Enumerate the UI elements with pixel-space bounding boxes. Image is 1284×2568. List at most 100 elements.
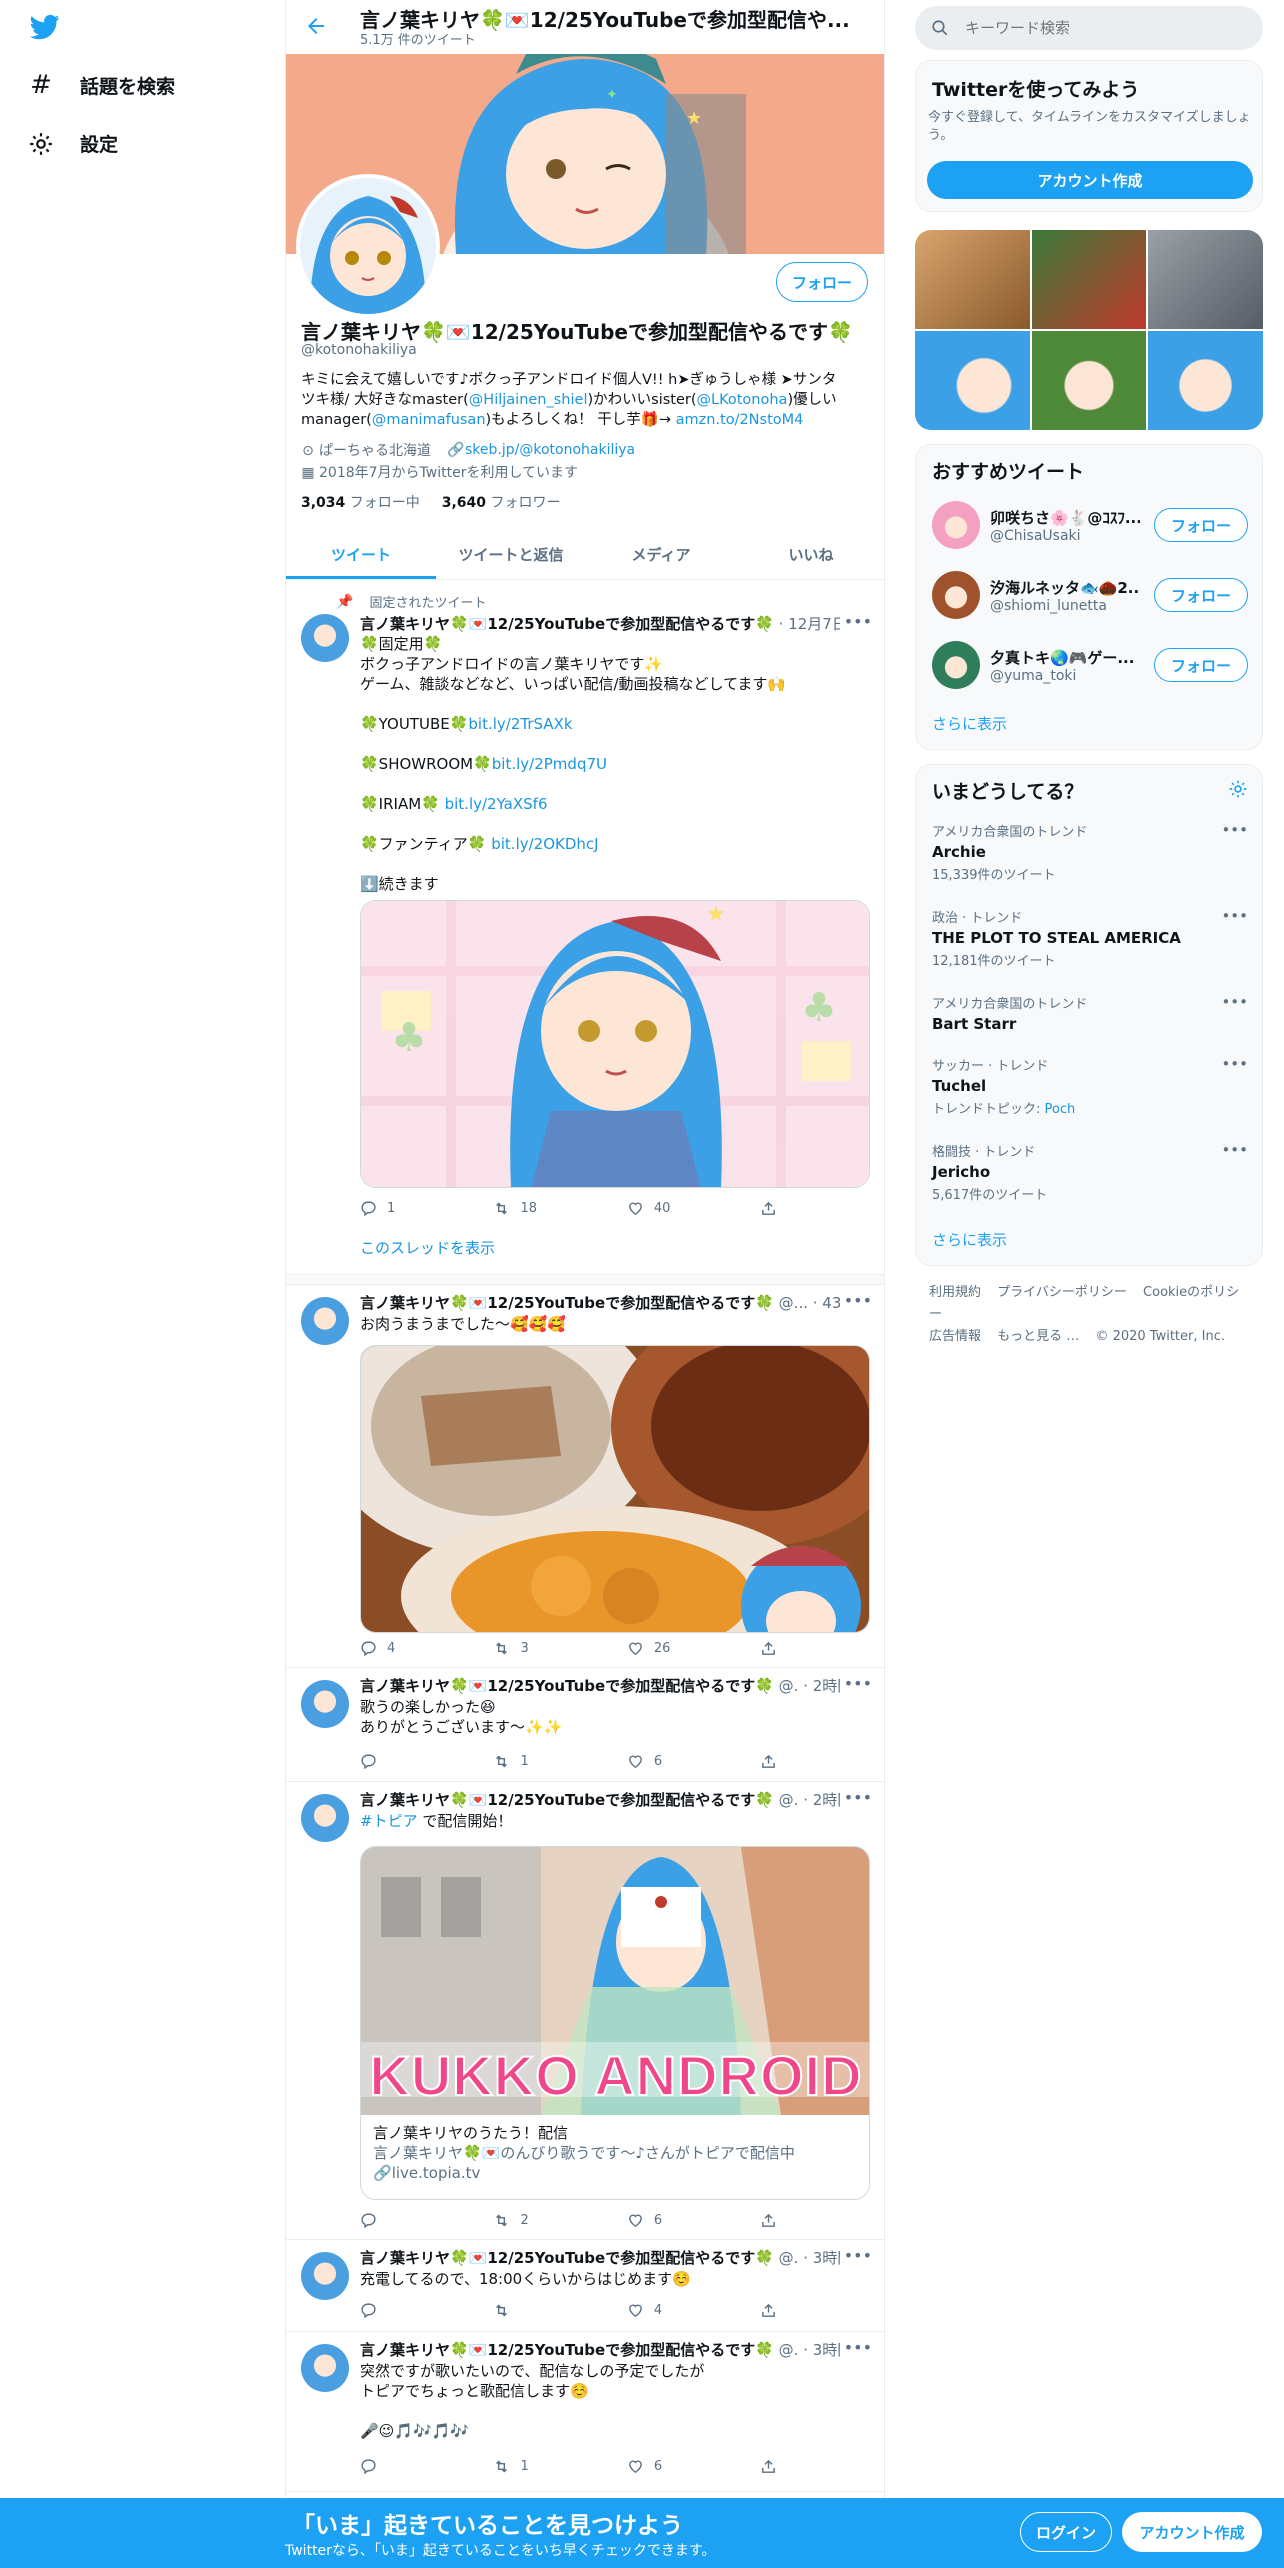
reply-button[interactable]: 4 [360,1640,493,1657]
footer-more[interactable]: もっと見る … [997,1329,1079,1344]
follow-button[interactable]: フォロー [1154,508,1248,542]
showroom-link[interactable]: bit.ly/2Pmdq7U [492,755,607,773]
retweet-button[interactable]: 18 [493,1200,626,1217]
more-icon[interactable]: ••• [1221,1055,1248,1073]
reply-button[interactable] [360,2458,493,2475]
like-button[interactable]: 6 [627,2212,760,2229]
followers-link[interactable]: 3,640 フォロワー [442,492,561,512]
hashtag-link[interactable]: #トピア [360,1812,418,1830]
more-icon[interactable]: ••• [844,1674,872,1693]
tweet-author[interactable]: 言ノ葉キリヤ🍀💌12/25YouTubeで参加型配信やるです🍀 [360,615,774,633]
more-icon[interactable]: ••• [844,1291,872,1310]
signup-button[interactable]: アカウント作成 [1122,2512,1262,2552]
retweet-button[interactable] [493,2302,626,2319]
footer-ads[interactable]: 広告情報 [929,1329,981,1344]
share-button[interactable] [760,1753,790,1770]
show-thread-link[interactable]: このスレッドを表示 [360,1238,860,1258]
trend-item[interactable]: アメリカ合衆国のトレンド Bart Starr ••• [932,993,1248,1033]
tweet-avatar[interactable] [301,614,349,662]
share-button[interactable] [760,2458,790,2475]
website-link[interactable]: skeb.jp/@kotonohakiliya [465,442,635,458]
tweet-author[interactable]: 言ノ葉キリヤ🍀💌12/25YouTubeで参加型配信やるです🍀 [360,2249,774,2267]
retweet-button[interactable]: 2 [493,2212,626,2229]
like-button[interactable]: 4 [627,2302,760,2319]
tab-likes[interactable]: いいね [736,530,884,579]
like-button[interactable]: 6 [627,2458,760,2475]
follow-button[interactable]: フォロー [776,262,868,302]
tab-tweets[interactable]: ツイート [286,530,436,579]
like-button[interactable]: 26 [627,1640,760,1657]
tweet-image[interactable]: ♣ ♣ ★ [360,900,870,1188]
footer-privacy[interactable]: プライバシーポリシー [997,1285,1127,1300]
iriam-link[interactable]: bit.ly/2YaXSf6 [445,795,548,813]
avatar[interactable] [932,501,980,549]
tweet-avatar[interactable] [301,1794,349,1842]
more-icon[interactable]: ••• [1221,821,1248,839]
tweet-item[interactable]: 言ノ葉キリヤ🍀💌12/25YouTubeで参加型配信やるです🍀 @. · 2時間… [286,1782,884,2240]
recommend-user[interactable]: 夕真トキ🌏🎮ゲー... @yuma_toki フォロー [932,641,1248,689]
tweet-author[interactable]: 言ノ葉キリヤ🍀💌12/25YouTubeで参加型配信やるです🍀 [360,1294,774,1312]
gallery-thumb[interactable] [915,331,1030,430]
tweet-avatar[interactable] [301,2252,349,2300]
more-icon[interactable]: ••• [844,612,872,631]
trends-show-more[interactable]: さらに表示 [932,1229,1007,1250]
tab-tweets-replies[interactable]: ツイートと返信 [436,530,586,579]
tweet-avatar[interactable] [301,1680,349,1728]
gear-icon[interactable] [1228,779,1248,799]
mention-master[interactable]: @Hiljainen_shiel [469,392,588,408]
bio-amazon-link[interactable]: amzn.to/2NstoM4 [676,412,804,428]
back-arrow-icon[interactable] [304,14,328,38]
share-button[interactable] [760,1640,790,1657]
tweet-item[interactable]: 言ノ葉キリヤ🍀💌12/25YouTubeで参加型配信やるです🍀 @. · 3時間… [286,2240,884,2332]
more-icon[interactable]: ••• [844,1788,872,1807]
trend-topic-link[interactable]: Poch [1045,1102,1076,1117]
avatar[interactable] [932,571,980,619]
twitter-bird-icon[interactable] [28,12,62,42]
tweet-pinned[interactable]: 言ノ葉キリヤ🍀💌12/25YouTubeで参加型配信やるです🍀 · 12月7日 … [286,580,884,1275]
link-card[interactable]: KUKKO ANDROID 言ノ葉キリヤのうたう！配信 言ノ葉キリヤ🍀💌のんびり… [360,1846,870,2200]
recommend-user[interactable]: 卯咲ちさ🌸🐇@ｺｽﾌ... @ChisaUsaki フォロー [932,501,1248,549]
gallery-thumb[interactable] [1031,331,1147,430]
tweet-avatar[interactable] [301,1297,349,1345]
retweet-button[interactable]: 1 [493,1753,626,1770]
mention-sister[interactable]: @LKotonoha [697,392,788,408]
mention-manager[interactable]: @manimafusan [372,412,486,428]
trend-item[interactable]: アメリカ合衆国のトレンド Archie 15,339件のツイート ••• [932,821,1248,883]
tweet-avatar[interactable] [301,2344,349,2392]
follow-button[interactable]: フォロー [1154,648,1248,682]
nav-settings[interactable]: 設定 [28,130,118,157]
like-button[interactable]: 40 [627,1200,760,1217]
reply-button[interactable] [360,2302,493,2319]
tweet-author[interactable]: 言ノ葉キリヤ🍀💌12/25YouTubeで参加型配信やるです🍀 [360,2341,774,2359]
tweet-item[interactable]: 言ノ葉キリヤ🍀💌12/25YouTubeで参加型配信やるです🍀 @. · 3時間… [286,2332,884,2492]
trend-item[interactable]: サッカー · トレンド Tuchel トレンドトピック: Poch ••• [932,1055,1248,1117]
fantia-link[interactable]: bit.ly/2OKDhcJ [491,835,598,853]
tab-media[interactable]: メディア [586,530,736,579]
search-input[interactable] [965,19,1225,37]
more-icon[interactable]: ••• [1221,993,1248,1011]
more-icon[interactable]: ••• [1221,1141,1248,1159]
avatar[interactable] [932,641,980,689]
follow-button[interactable]: フォロー [1154,578,1248,612]
tweet-item[interactable]: 言ノ葉キリヤ🍀💌12/25YouTubeで参加型配信やるです🍀 @... · 4… [286,1285,884,1668]
tweet-author[interactable]: 言ノ葉キリヤ🍀💌12/25YouTubeで参加型配信やるです🍀 [360,1677,774,1695]
recommend-user[interactable]: 汐海ルネッタ🐟🌰2... @shiomi_lunetta フォロー [932,571,1248,619]
profile-avatar[interactable] [296,174,440,318]
reply-button[interactable] [360,1753,493,1770]
gallery-thumb[interactable] [1148,230,1263,329]
trend-item[interactable]: 政治 · トレンド THE PLOT TO STEAL AMERICA 12,1… [932,907,1248,969]
share-button[interactable] [760,1200,790,1217]
trend-item[interactable]: 格闘技 · トレンド Jericho 5,617件のツイート ••• [932,1141,1248,1203]
retweet-button[interactable]: 3 [493,1640,626,1657]
tweet-image[interactable] [360,1345,870,1633]
share-button[interactable] [760,2212,790,2229]
reply-button[interactable] [360,2212,493,2229]
youtube-link[interactable]: bit.ly/2TrSAXk [468,715,572,733]
more-icon[interactable]: ••• [1221,907,1248,925]
more-icon[interactable]: ••• [844,2338,872,2357]
nav-explore[interactable]: # 話題を検索 [28,70,175,100]
more-icon[interactable]: ••• [844,2246,872,2265]
gallery-thumb[interactable] [1148,331,1263,430]
tweet-item[interactable]: 言ノ葉キリヤ🍀💌12/25YouTubeで参加型配信やるです🍀 @. · 2時間… [286,1668,884,1782]
gallery-thumb[interactable] [1031,230,1147,329]
